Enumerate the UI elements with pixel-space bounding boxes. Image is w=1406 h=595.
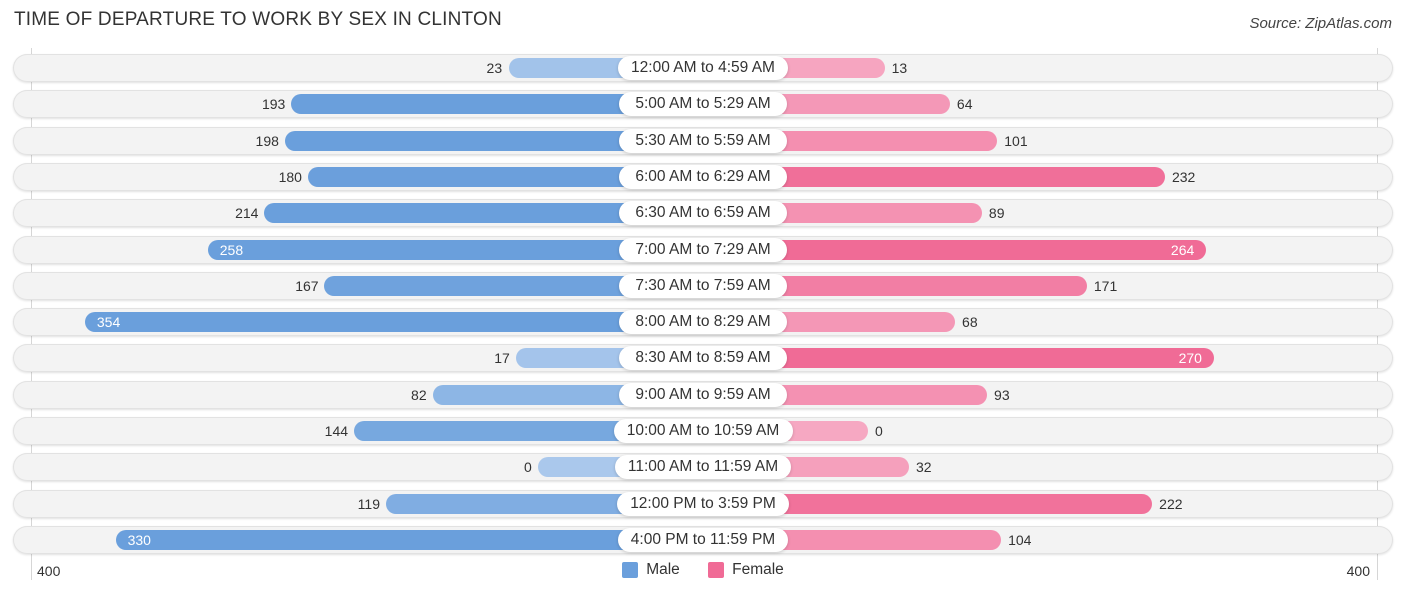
category-label: 5:30 AM to 5:59 AM bbox=[619, 128, 787, 153]
value-label-male: 354 bbox=[96, 314, 121, 331]
value-label-male: 198 bbox=[255, 132, 279, 149]
category-label: 8:30 AM to 8:59 AM bbox=[619, 346, 787, 371]
value-label-male: 82 bbox=[411, 386, 427, 403]
category-label: 12:00 AM to 4:59 AM bbox=[618, 56, 788, 80]
value-label-female: 89 bbox=[988, 205, 1005, 222]
value-label-male: 180 bbox=[278, 168, 302, 185]
value-label-female: 64 bbox=[956, 96, 973, 113]
category-label: 11:00 AM to 11:59 AM bbox=[615, 455, 791, 480]
category-label: 6:00 AM to 6:29 AM bbox=[619, 164, 787, 189]
value-label-female: 13 bbox=[891, 60, 908, 76]
category-label: 9:00 AM to 9:59 AM bbox=[619, 382, 787, 407]
value-label-female: 232 bbox=[1171, 168, 1196, 185]
value-label-male: 258 bbox=[219, 241, 244, 258]
value-label-male: 0 bbox=[524, 459, 532, 476]
value-label-female: 32 bbox=[915, 459, 932, 476]
legend-swatch-female bbox=[708, 562, 725, 578]
legend: Male Female bbox=[0, 561, 1406, 583]
value-label-female: 222 bbox=[1159, 495, 1183, 512]
value-label-male: 119 bbox=[357, 495, 380, 512]
value-label-male: 214 bbox=[235, 205, 259, 222]
value-label-female: 68 bbox=[962, 314, 978, 331]
value-label-female: 93 bbox=[994, 386, 1010, 403]
legend-item-female: Female bbox=[708, 561, 784, 579]
source-credit: Source: ZipAtlas.com bbox=[1249, 15, 1392, 32]
value-label-male: 23 bbox=[486, 60, 503, 76]
category-label: 8:00 AM to 8:29 AM bbox=[619, 310, 787, 335]
value-label-female: 264 bbox=[1170, 241, 1195, 258]
category-label: 6:30 AM to 6:59 AM bbox=[619, 201, 787, 226]
value-label-female: 101 bbox=[1004, 132, 1028, 149]
value-label-female: 270 bbox=[1178, 350, 1202, 367]
legend-label-female: Female bbox=[732, 561, 784, 578]
value-label-male: 167 bbox=[295, 277, 319, 294]
value-label-female: 0 bbox=[875, 423, 883, 439]
value-label-male: 330 bbox=[127, 531, 151, 548]
category-label: 5:00 AM to 5:29 AM bbox=[619, 92, 787, 117]
legend-label-male: Male bbox=[646, 561, 680, 578]
legend-item-male: Male bbox=[622, 561, 680, 579]
value-label-male: 17 bbox=[494, 350, 510, 367]
value-label-male: 193 bbox=[261, 96, 286, 113]
category-label: 7:30 AM to 7:59 AM bbox=[619, 273, 787, 298]
bar-male bbox=[84, 312, 703, 333]
category-label: 12:00 PM to 3:59 PM bbox=[617, 491, 789, 516]
category-label: 10:00 AM to 10:59 AM bbox=[613, 419, 793, 443]
bar-male bbox=[115, 529, 703, 550]
category-label: 7:00 AM to 7:29 AM bbox=[619, 237, 787, 262]
chart-title: TIME OF DEPARTURE TO WORK BY SEX IN CLIN… bbox=[14, 9, 502, 30]
value-label-female: 104 bbox=[1008, 531, 1032, 548]
category-label: 4:00 PM to 11:59 PM bbox=[618, 527, 788, 552]
value-label-male: 144 bbox=[324, 423, 349, 439]
value-label-female: 171 bbox=[1093, 277, 1118, 294]
legend-swatch-male bbox=[622, 562, 639, 578]
